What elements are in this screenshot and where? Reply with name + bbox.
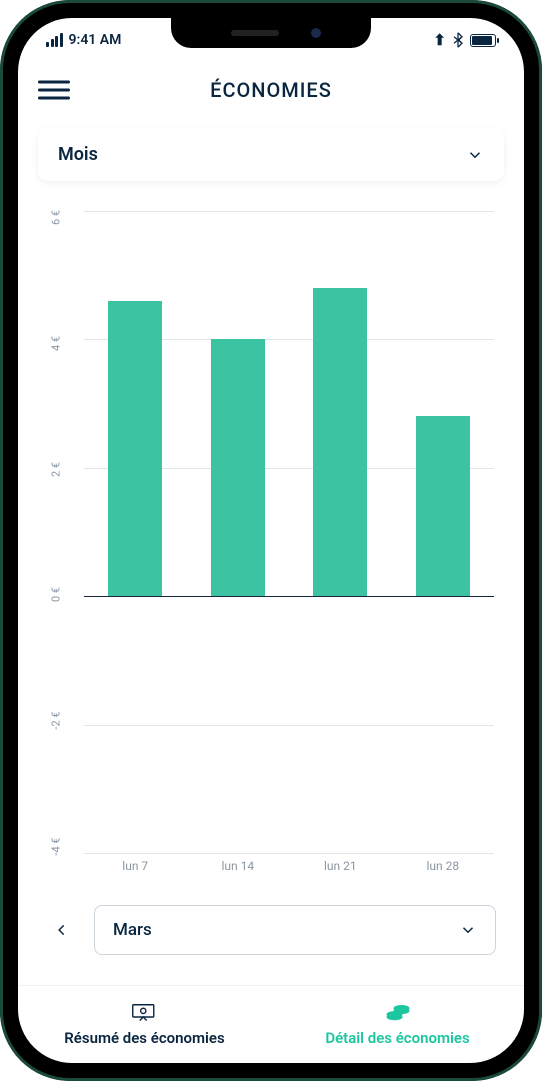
x-axis-tick: lun 21 — [310, 859, 370, 883]
chart-bar — [108, 301, 162, 596]
y-axis-tick: 6 € — [50, 200, 63, 236]
y-axis-tick: 0 € — [50, 577, 63, 613]
menu-icon[interactable] — [38, 76, 70, 105]
page-title: ÉCONOMIES — [210, 78, 332, 102]
nav-header: ÉCONOMIES — [18, 62, 524, 118]
period-dropdown-label: Mois — [58, 144, 98, 165]
chart-bar — [211, 339, 265, 596]
month-dropdown-label: Mars — [113, 920, 152, 940]
phone-frame: 9:41 AM ⬆ ÉCONOMIES Mois 6 € 4 € 2 € 0 € -2 … — [0, 0, 542, 1081]
chevron-down-icon — [466, 146, 484, 164]
tab-summary[interactable]: Résumé des économies — [18, 986, 271, 1063]
tab-summary-label: Résumé des économies — [64, 1029, 224, 1047]
bluetooth-icon: ⬆ — [433, 31, 446, 49]
banknote-icon — [131, 1003, 159, 1025]
chevron-down-icon — [459, 921, 477, 939]
bottom-tab-bar: Résumé des économies Détail des économie… — [18, 985, 524, 1063]
y-axis-tick: -2 € — [50, 703, 63, 739]
x-axis-tick: lun 7 — [105, 859, 165, 883]
month-navigation: Mars — [38, 893, 504, 975]
bluetooth-icon — [452, 32, 464, 48]
status-time: 9:41 AM — [69, 32, 122, 48]
x-axis-tick: lun 14 — [208, 859, 268, 883]
chart-gridline — [84, 853, 494, 854]
coins-icon — [384, 1003, 412, 1025]
chart-bar — [313, 288, 367, 596]
y-axis-tick: -4 € — [50, 828, 63, 864]
x-axis-tick: lun 28 — [413, 859, 473, 883]
signal-icon — [46, 33, 63, 47]
period-dropdown[interactable]: Mois — [38, 128, 504, 181]
battery-icon — [470, 34, 496, 47]
screen: 9:41 AM ⬆ ÉCONOMIES Mois 6 € 4 € 2 € 0 € -2 … — [18, 18, 524, 1063]
tab-detail[interactable]: Détail des économies — [271, 986, 524, 1063]
month-dropdown[interactable]: Mars — [94, 905, 496, 955]
y-axis-tick: 4 € — [50, 325, 63, 361]
chart-bar — [416, 416, 470, 596]
notch — [171, 18, 371, 48]
savings-bar-chart: 6 € 4 € 2 € 0 € -2 € -4 € lun 7 lun 14 lun 21 lu… — [38, 201, 504, 893]
prev-month-button[interactable] — [46, 914, 78, 946]
y-axis-tick: 2 € — [50, 451, 63, 487]
tab-detail-label: Détail des économies — [325, 1029, 469, 1047]
